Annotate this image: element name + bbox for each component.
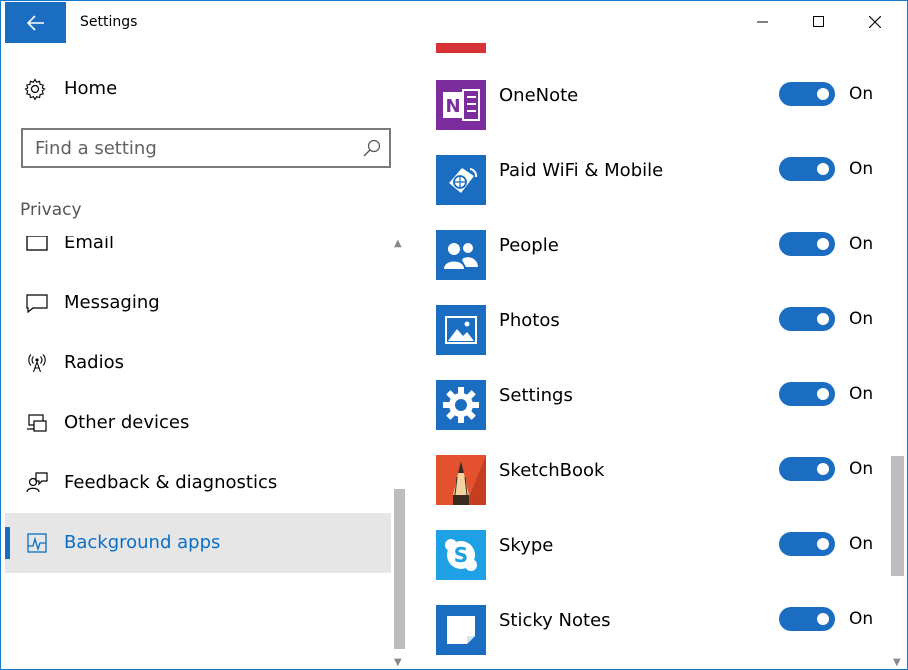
- app-row-settings: Settings On: [407, 380, 887, 455]
- toggle-knob: [817, 238, 829, 250]
- app-name: Sticky Notes: [499, 610, 611, 631]
- search-icon[interactable]: [361, 138, 383, 160]
- toggle-knob: [817, 463, 829, 475]
- app-name: People: [499, 235, 559, 256]
- close-button[interactable]: [847, 1, 903, 43]
- gear-icon: [24, 78, 46, 101]
- sidebar-item-other-devices[interactable]: Other devices: [5, 393, 391, 453]
- app-row-skype: S Skype On: [407, 530, 887, 605]
- sidebar-item-label: Feedback & diagnostics: [64, 472, 278, 493]
- svg-text:N: N: [445, 96, 460, 117]
- scroll-up-arrow-icon[interactable]: ▲: [394, 238, 402, 249]
- app-name: Settings: [499, 385, 573, 406]
- settings-gear-icon: [436, 380, 486, 430]
- paid-wifi-toggle[interactable]: [779, 157, 835, 181]
- skype-icon: S: [436, 530, 486, 580]
- toggle-state: On: [849, 459, 874, 479]
- content-scrollbar[interactable]: ▼: [889, 43, 907, 669]
- app-name: Paid WiFi & Mobile: [499, 160, 664, 181]
- app-row-photos: Photos On: [407, 305, 887, 380]
- sketchbook-icon: [436, 455, 486, 505]
- home-nav-item[interactable]: Home: [5, 69, 391, 109]
- maximize-button[interactable]: [791, 1, 847, 43]
- people-toggle[interactable]: [779, 232, 835, 256]
- app-row-paid-wifi: Paid WiFi & Mobile On: [407, 155, 887, 230]
- message-icon: [26, 294, 48, 314]
- minimize-icon: [757, 21, 768, 23]
- window-title: Settings: [80, 14, 138, 30]
- app-name: Photos: [499, 310, 560, 331]
- partial-app-icon: [436, 43, 486, 53]
- svg-text:S: S: [454, 543, 468, 567]
- toggle-knob: [817, 538, 829, 550]
- devices-icon: [27, 414, 47, 432]
- app-name: Skype: [499, 535, 554, 556]
- sidebar-item-label: Background apps: [64, 532, 221, 553]
- app-name: SketchBook: [499, 460, 605, 481]
- toggle-knob: [817, 613, 829, 625]
- sidebar-item-email[interactable]: Email: [5, 236, 391, 273]
- toggle-state: On: [849, 534, 874, 554]
- toggle-state: On: [849, 309, 874, 329]
- skype-toggle[interactable]: [779, 532, 835, 556]
- toggle-state: On: [849, 609, 874, 629]
- app-name: OneNote: [499, 85, 579, 106]
- photos-toggle[interactable]: [779, 307, 835, 331]
- sidebar-item-label: Email: [64, 236, 114, 253]
- content-scroll-thumb[interactable]: [891, 456, 904, 576]
- settings-window: Settings Home Privacy: [0, 0, 908, 670]
- settings-toggle[interactable]: [779, 382, 835, 406]
- sidebar-item-background-apps[interactable]: Background apps: [5, 513, 391, 573]
- toggle-state: On: [849, 159, 874, 179]
- scroll-down-arrow-icon[interactable]: ▼: [893, 657, 901, 668]
- sidebar-item-messaging[interactable]: Messaging: [5, 273, 391, 333]
- toggle-knob: [817, 388, 829, 400]
- sidebar: Home Privacy Email Messaging: [5, 43, 407, 669]
- toggle-state: On: [849, 384, 874, 404]
- app-row-sticky-notes: Sticky Notes On: [407, 605, 887, 669]
- sidebar-item-label: Other devices: [64, 412, 190, 433]
- app-row-people: People On: [407, 230, 887, 305]
- search-box[interactable]: [21, 128, 391, 168]
- app-row-sketchbook: SketchBook On: [407, 455, 887, 530]
- close-icon: [869, 16, 881, 28]
- sidebar-item-feedback[interactable]: Feedback & diagnostics: [5, 453, 391, 513]
- minimize-button[interactable]: [735, 1, 791, 43]
- title-bar: Settings: [1, 1, 907, 43]
- sidebar-item-label: Radios: [64, 352, 124, 373]
- background-apps-list: N OneNote On Paid WiFi & Mobile On Peopl…: [407, 43, 907, 669]
- people-icon: [436, 230, 486, 280]
- toggle-state: On: [849, 84, 874, 104]
- privacy-nav-list: Email Messaging Radios Other devices Fee…: [5, 236, 391, 669]
- sidebar-scrollbar[interactable]: ▲ ▼: [391, 236, 407, 669]
- search-input[interactable]: [35, 136, 355, 160]
- toggle-knob: [817, 163, 829, 175]
- mail-icon: [26, 236, 48, 251]
- background-apps-icon: [27, 533, 47, 553]
- toggle-state: On: [849, 234, 874, 254]
- sidebar-item-label: Messaging: [64, 292, 160, 313]
- toggle-knob: [817, 88, 829, 100]
- sketchbook-toggle[interactable]: [779, 457, 835, 481]
- sticky-notes-toggle[interactable]: [779, 607, 835, 631]
- toggle-knob: [817, 313, 829, 325]
- radio-antenna-icon: [28, 354, 46, 373]
- photos-icon: [436, 305, 486, 355]
- onenote-toggle[interactable]: [779, 82, 835, 106]
- paid-wifi-icon: [436, 155, 486, 205]
- sticky-notes-icon: [436, 605, 486, 655]
- sidebar-scroll-thumb[interactable]: [394, 489, 405, 649]
- scroll-down-arrow-icon[interactable]: ▼: [394, 657, 402, 668]
- app-row-onenote: N OneNote On: [407, 80, 887, 155]
- home-label: Home: [64, 78, 118, 99]
- section-heading: Privacy: [20, 200, 82, 220]
- onenote-icon: N: [436, 80, 486, 130]
- maximize-icon: [813, 16, 824, 27]
- back-button[interactable]: [5, 2, 66, 43]
- back-arrow-icon: [26, 14, 44, 31]
- sidebar-item-radios[interactable]: Radios: [5, 333, 391, 393]
- active-indicator: [5, 527, 10, 559]
- feedback-icon: [26, 472, 48, 493]
